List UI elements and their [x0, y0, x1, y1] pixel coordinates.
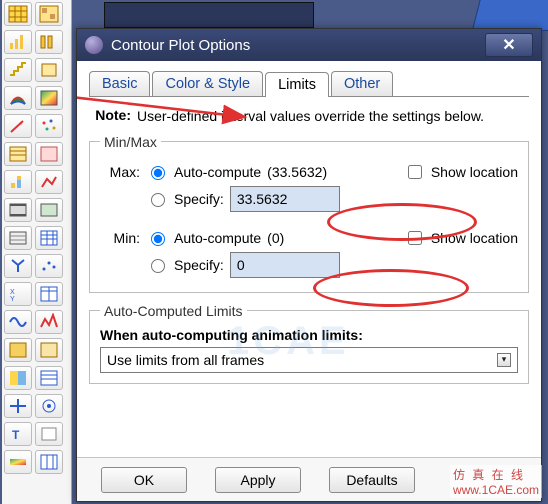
min-auto-label: Auto-compute: [174, 230, 261, 246]
note-label: Note:: [89, 107, 137, 126]
tool-scatter-icon[interactable]: [35, 254, 63, 278]
auto-limits-selected: Use limits from all frames: [107, 352, 264, 368]
watermark-text: 仿 真 在 线 www.1CAE.com: [450, 465, 542, 498]
min-row: Min: Auto-compute (0) Show location: [100, 228, 518, 248]
auto-limits-when-label: When auto-computing animation limits:: [100, 327, 518, 343]
dialog-title: Contour Plot Options: [111, 37, 485, 54]
tool-cross-icon[interactable]: [4, 394, 32, 418]
tool-bars-icon[interactable]: [4, 30, 32, 54]
tool-blank-icon[interactable]: [35, 422, 63, 446]
note-text: User-defined interval values override th…: [137, 107, 529, 126]
max-specify-label: Specify:: [174, 191, 224, 207]
min-specify-row: Specify:: [100, 252, 518, 278]
max-specify-row: Specify:: [100, 186, 518, 212]
dialog-titlebar[interactable]: Contour Plot Options ✕: [77, 29, 541, 61]
contour-plot-options-dialog: Contour Plot Options ✕ 1CAE Basic Color …: [76, 28, 542, 502]
minmax-group: Min/Max Max: Auto-compute (33.5632) Show…: [89, 134, 529, 293]
ok-button[interactable]: OK: [101, 467, 187, 493]
svg-text:T: T: [12, 428, 20, 442]
tool-grid2-icon[interactable]: [35, 2, 63, 26]
tool-shade2-icon[interactable]: [35, 338, 63, 362]
tool-rainbow-icon[interactable]: [4, 450, 32, 474]
min-specify-label: Specify:: [174, 257, 224, 273]
tool-table3-icon[interactable]: [35, 366, 63, 390]
max-show-location-checkbox[interactable]: [408, 165, 422, 179]
auto-limits-legend: Auto-Computed Limits: [100, 303, 247, 319]
max-auto-label: Auto-compute: [174, 164, 261, 180]
note-row: Note: User-defined interval values overr…: [89, 107, 529, 126]
tool-branch-icon[interactable]: [4, 254, 32, 278]
background-panel: [104, 2, 314, 28]
auto-limits-select[interactable]: Use limits from all frames ▾: [100, 347, 518, 373]
tool-color-icon[interactable]: [4, 366, 32, 390]
min-show-location-checkbox[interactable]: [408, 231, 422, 245]
tool-cell-icon[interactable]: [35, 58, 63, 82]
svg-text:X: X: [10, 289, 15, 296]
tool-grid-icon[interactable]: [4, 2, 32, 26]
min-label: Min:: [100, 230, 140, 246]
tab-other[interactable]: Other: [331, 71, 393, 96]
tab-color-style[interactable]: Color & Style: [152, 71, 263, 96]
close-icon: ✕: [502, 35, 515, 55]
min-auto-radio[interactable]: [151, 232, 165, 246]
max-show-location-label: Show location: [431, 164, 518, 180]
tool-target-icon[interactable]: [35, 394, 63, 418]
min-specify-input[interactable]: [230, 252, 340, 278]
tool-contour2-icon[interactable]: [35, 86, 63, 110]
tool-text-icon[interactable]: T: [4, 422, 32, 446]
tab-bar: Basic Color & Style Limits Other: [89, 71, 529, 97]
tab-limits[interactable]: Limits: [265, 72, 329, 97]
max-auto-radio[interactable]: [151, 166, 165, 180]
tool-table2-icon[interactable]: [35, 282, 63, 306]
tool-film2-icon[interactable]: [35, 198, 63, 222]
tab-basic[interactable]: Basic: [89, 71, 150, 96]
dialog-body: 1CAE Basic Color & Style Limits Other No…: [77, 61, 541, 457]
max-auto-value: (33.5632): [267, 164, 327, 180]
tool-sheet-icon[interactable]: [4, 142, 32, 166]
tool-line-icon[interactable]: [35, 170, 63, 194]
close-button[interactable]: ✕: [485, 33, 533, 57]
tool-wave-icon[interactable]: [4, 310, 32, 334]
minmax-legend: Min/Max: [100, 134, 161, 150]
tool-vector-icon[interactable]: [4, 114, 32, 138]
tool-dots-icon[interactable]: [35, 114, 63, 138]
dialog-icon: [85, 36, 103, 54]
chevron-down-icon: ▾: [497, 353, 511, 367]
min-auto-value: (0): [267, 230, 284, 246]
svg-text:Y: Y: [10, 296, 15, 303]
defaults-button[interactable]: Defaults: [329, 467, 415, 493]
auto-computed-limits-group: Auto-Computed Limits When auto-computing…: [89, 303, 529, 384]
apply-button[interactable]: Apply: [215, 467, 301, 493]
left-toolbar: XY T: [2, 0, 72, 504]
max-label: Max:: [100, 164, 140, 180]
tool-filmtable-icon[interactable]: [4, 226, 32, 250]
tool-stairs-icon[interactable]: [4, 58, 32, 82]
tool-shade-icon[interactable]: [4, 338, 32, 362]
tool-xy-icon[interactable]: XY: [4, 282, 32, 306]
tool-table-icon[interactable]: [35, 226, 63, 250]
max-specify-input[interactable]: [230, 186, 340, 212]
min-show-location-label: Show location: [431, 230, 518, 246]
tool-sheet2-icon[interactable]: [35, 142, 63, 166]
tool-stack-icon[interactable]: [4, 170, 32, 194]
tool-table4-icon[interactable]: [35, 450, 63, 474]
max-specify-radio[interactable]: [151, 193, 165, 207]
min-specify-radio[interactable]: [151, 259, 165, 273]
max-row: Max: Auto-compute (33.5632) Show locatio…: [100, 162, 518, 182]
tool-zig-icon[interactable]: [35, 310, 63, 334]
tool-film-icon[interactable]: [4, 198, 32, 222]
tool-contour-icon[interactable]: [4, 86, 32, 110]
tool-bars2-icon[interactable]: [35, 30, 63, 54]
